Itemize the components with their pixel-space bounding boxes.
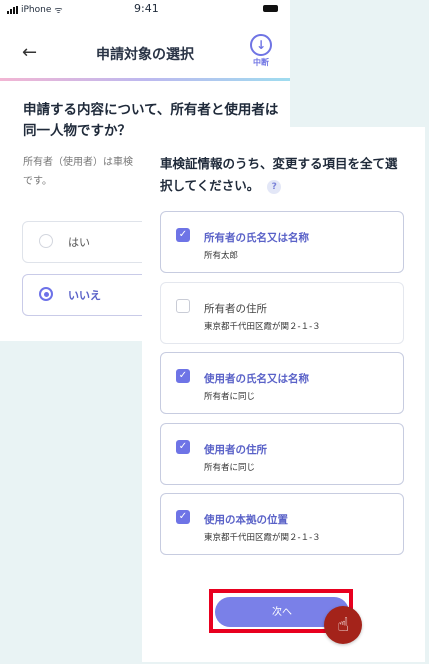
empty-checkbox-icon xyxy=(176,299,190,313)
item-title: 所有者の氏名又は名称 xyxy=(204,232,309,244)
radio-option-yes[interactable]: はい xyxy=(22,221,154,263)
checkmark-icon: ✓ xyxy=(176,228,190,242)
instruction-line-1: 車検証情報のうち、変更する項目を全て選 xyxy=(160,156,398,171)
pause-button[interactable]: ↓ 中断 xyxy=(248,34,274,68)
description-line-1: 所有者（使用者）は車検 xyxy=(23,157,133,168)
item-value: 所有太郎 xyxy=(204,251,239,261)
radio-option-no[interactable]: いいえ xyxy=(22,274,154,316)
checkbox-base-location[interactable]: ✓ 使用の本拠の位置 東京都千代田区霞が関２-１-３ xyxy=(160,493,404,555)
item-title: 使用者の氏名又は名称 xyxy=(204,373,309,385)
radio-label: はい xyxy=(68,236,90,249)
hand-pointer-icon: ☝ xyxy=(324,606,362,644)
download-circle-icon: ↓ xyxy=(250,34,272,56)
checkbox-owner-address[interactable]: 所有者の住所 東京都千代田区霞が関２-１-３ xyxy=(160,282,404,344)
item-value: 東京都千代田区霞が関２-１-３ xyxy=(204,322,321,332)
item-value: 所有者に同じ xyxy=(204,392,256,402)
header-gradient-divider xyxy=(0,78,290,81)
item-value: 所有者に同じ xyxy=(204,463,256,473)
radio-button-icon xyxy=(39,234,53,248)
pause-label: 中断 xyxy=(253,58,269,67)
description-line-2: です。 xyxy=(23,176,52,187)
instruction-text: 車検証情報のうち、変更する項目を全て選 択してください。? xyxy=(160,153,420,197)
status-bar: iPhone ᯤ 9:41 xyxy=(0,0,290,18)
question-line-1: 申請する内容について、所有者と使用者は xyxy=(23,102,279,118)
radio-label: いいえ xyxy=(68,289,101,302)
item-title: 使用者の住所 xyxy=(204,444,267,456)
foreground-screen: 車検証情報のうち、変更する項目を全て選 択してください。? ✓ 所有者の氏名又は… xyxy=(142,127,425,662)
item-value: 東京都千代田区霞が関２-１-３ xyxy=(204,533,321,543)
status-left: iPhone ᯤ xyxy=(7,3,63,16)
item-title: 所有者の住所 xyxy=(204,303,267,315)
item-title: 使用の本拠の位置 xyxy=(204,514,288,526)
checkmark-icon: ✓ xyxy=(176,369,190,383)
description-text: 所有者（使用者）は車検 です。 xyxy=(23,153,153,191)
checkmark-icon: ✓ xyxy=(176,510,190,524)
checkbox-user-address[interactable]: ✓ 使用者の住所 所有者に同じ xyxy=(160,423,404,485)
wifi-icon: ᯤ xyxy=(54,6,63,16)
help-icon[interactable]: ? xyxy=(267,180,282,194)
carrier-label: iPhone xyxy=(21,4,52,15)
battery-icon xyxy=(263,5,278,12)
signal-icon xyxy=(7,5,18,14)
checkbox-owner-name[interactable]: ✓ 所有者の氏名又は名称 所有太郎 xyxy=(160,211,404,273)
checkbox-user-name[interactable]: ✓ 使用者の氏名又は名称 所有者に同じ xyxy=(160,352,404,414)
nav-bar: ← 申請対象の選択 ↓ 中断 xyxy=(0,28,290,78)
instruction-line-2-text: 択してください。 xyxy=(160,178,260,193)
status-time: 9:41 xyxy=(134,2,159,15)
page-title: 申請対象の選択 xyxy=(96,47,194,63)
checkmark-icon: ✓ xyxy=(176,440,190,454)
instruction-line-2: 択してください。? xyxy=(160,175,420,197)
radio-button-selected-icon xyxy=(39,287,53,301)
